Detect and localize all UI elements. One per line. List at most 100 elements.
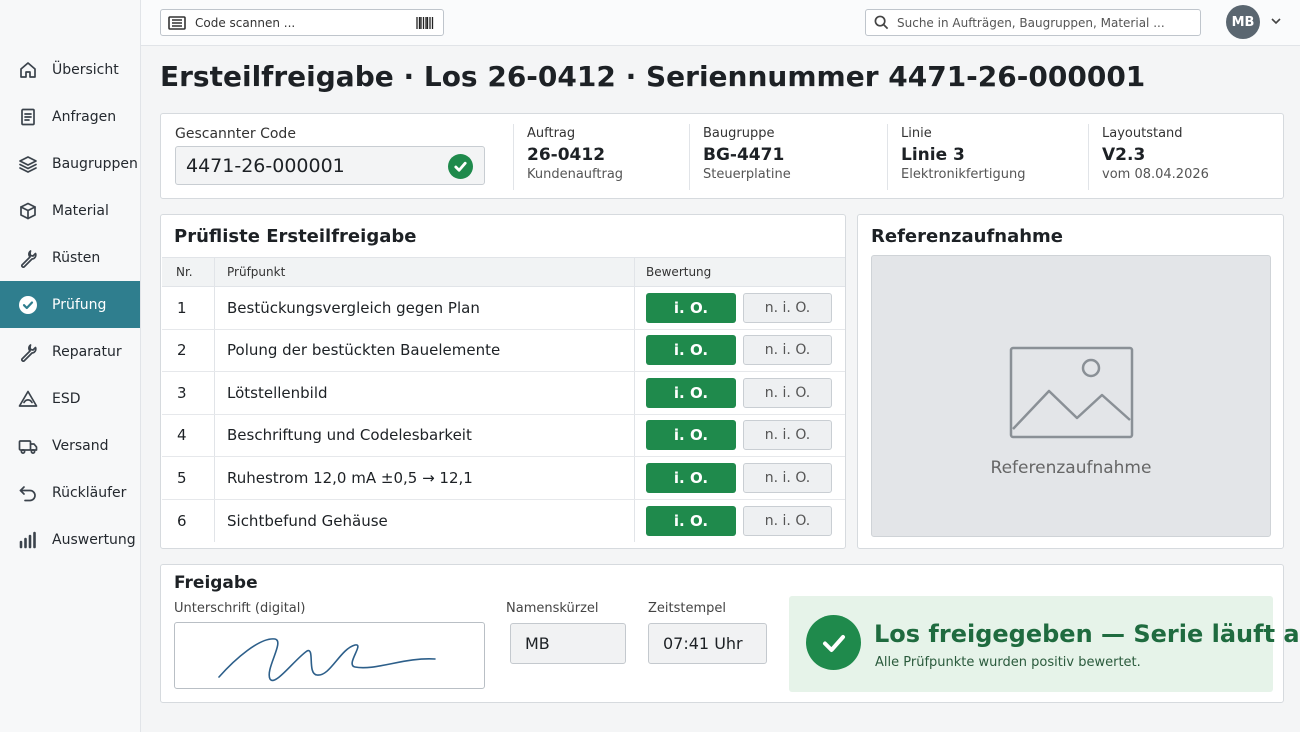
barcode-icon[interactable] bbox=[415, 15, 435, 31]
info-key: Baugruppe bbox=[703, 126, 775, 141]
sidebar-item-material[interactable]: Material bbox=[0, 187, 140, 234]
table-row: 4 Beschriftung und Codelesbarkeit i. O. … bbox=[162, 414, 845, 457]
reference-image-placeholder[interactable]: Referenzaufnahme bbox=[871, 255, 1271, 537]
signature-pad[interactable] bbox=[174, 622, 485, 689]
search-input[interactable] bbox=[897, 15, 1187, 30]
table-row: 6 Sichtbefund Gehäuse i. O. n. i. O. bbox=[162, 499, 845, 542]
rating-nok-button[interactable]: n. i. O. bbox=[743, 462, 832, 493]
initials-label: Namenskürzel bbox=[506, 601, 599, 616]
release-status-title: Los freigegeben — Serie läuft an bbox=[874, 620, 1300, 648]
sidebar-item-uebersicht[interactable]: Übersicht bbox=[0, 46, 140, 93]
timestamp-field[interactable]: 07:41 Uhr bbox=[648, 623, 767, 664]
sidebar-nav: Übersicht Anfragen Baugruppen Material R… bbox=[0, 46, 140, 563]
info-baugruppe: Baugruppe BG-4471 Steuerplatine bbox=[689, 124, 887, 190]
info-sub: vom 08.04.2026 bbox=[1102, 167, 1209, 182]
sidebar-item-baugruppen[interactable]: Baugruppen bbox=[0, 140, 140, 187]
sidebar-item-pruefung[interactable]: Prüfung bbox=[0, 281, 140, 328]
sidebar-item-ruesten[interactable]: Rüsten bbox=[0, 234, 140, 281]
reference-caption: Referenzaufnahme bbox=[990, 458, 1152, 478]
sidebar-item-label: Prüfung bbox=[52, 296, 107, 313]
info-auftrag: Auftrag 26-0412 Kundenauftrag bbox=[513, 124, 689, 190]
signature-stroke bbox=[218, 638, 436, 682]
table-row: 1 Bestückungsvergleich gegen Plan i. O. … bbox=[162, 287, 845, 330]
header-bewertung: Bewertung bbox=[646, 265, 712, 279]
rating-nok-button[interactable]: n. i. O. bbox=[743, 505, 832, 536]
info-layoutstand: Layoutstand V2.3 vom 08.04.2026 bbox=[1088, 124, 1278, 190]
info-linie: Linie Linie 3 Elektronikfertigung bbox=[887, 124, 1088, 190]
sidebar-item-versand[interactable]: Versand bbox=[0, 422, 140, 469]
info-value: BG-4471 bbox=[703, 145, 785, 165]
rating-cell: i. O. n. i. O. bbox=[635, 287, 845, 329]
sidebar-item-auswertung[interactable]: Auswertung bbox=[0, 516, 140, 563]
sidebar-item-label: ESD bbox=[52, 390, 81, 407]
scan-code-field[interactable]: Code scannen ... bbox=[160, 9, 444, 36]
info-sub: Kundenauftrag bbox=[527, 167, 624, 182]
row-item: Sichtbefund Gehäuse bbox=[215, 499, 635, 542]
home-icon bbox=[18, 60, 38, 80]
sidebar-item-label: Reparatur bbox=[52, 343, 122, 360]
rating-nok-button[interactable]: n. i. O. bbox=[743, 292, 832, 323]
rating-ok-button[interactable]: i. O. bbox=[646, 377, 736, 408]
info-key: Auftrag bbox=[527, 126, 576, 141]
row-item: Ruhestrom 12,0 mA ±0,5 → 12,1 bbox=[215, 457, 635, 499]
rating-ok-button[interactable]: i. O. bbox=[646, 505, 736, 536]
checklist-title: Prüfliste Ersteilfreigabe bbox=[174, 226, 417, 247]
release-card: Freigabe Unterschrift (digital) Namenskü… bbox=[160, 564, 1300, 703]
sidebar-item-ruecklaeufer[interactable]: Rückläufer bbox=[0, 469, 140, 516]
checklist-card: Prüfliste Ersteilfreigabe Nr. Prüfpunkt … bbox=[160, 214, 846, 549]
info-value: 26-0412 bbox=[527, 145, 606, 165]
sidebar-item-label: Anfragen bbox=[52, 108, 117, 125]
initials-field[interactable]: MB bbox=[510, 623, 626, 664]
truck-icon bbox=[18, 436, 38, 456]
rating-cell: i. O. n. i. O. bbox=[635, 415, 845, 457]
info-key: Linie bbox=[901, 126, 932, 141]
row-item: Lötstellenbild bbox=[215, 372, 635, 414]
info-sub: Elektronikfertigung bbox=[901, 167, 1026, 182]
user-avatar[interactable]: MB bbox=[1226, 5, 1260, 39]
layers-icon bbox=[18, 154, 38, 174]
global-search[interactable] bbox=[865, 9, 1201, 36]
rating-nok-button[interactable]: n. i. O. bbox=[743, 420, 832, 451]
sidebar-item-esd[interactable]: ESD bbox=[0, 375, 140, 422]
row-nr: 5 bbox=[162, 457, 215, 499]
sidebar-item-label: Versand bbox=[52, 437, 109, 454]
scan-code-label: Code scannen ... bbox=[195, 15, 296, 30]
table-row: 5 Ruhestrom 12,0 mA ±0,5 → 12,1 i. O. n.… bbox=[162, 457, 845, 500]
rating-nok-button[interactable]: n. i. O. bbox=[743, 377, 832, 408]
check-circle-icon bbox=[806, 615, 861, 670]
sidebar-item-reparatur[interactable]: Reparatur bbox=[0, 328, 140, 375]
info-value: V2.3 bbox=[1102, 145, 1146, 165]
bar-chart-icon bbox=[18, 530, 38, 550]
rating-cell: i. O. n. i. O. bbox=[635, 330, 845, 372]
sidebar-item-label: Rüsten bbox=[52, 249, 101, 266]
document-icon bbox=[18, 107, 38, 127]
row-item: Bestückungsvergleich gegen Plan bbox=[215, 287, 635, 329]
rating-cell: i. O. n. i. O. bbox=[635, 457, 845, 499]
check-icon bbox=[448, 154, 473, 179]
table-row: 3 Lötstellenbild i. O. n. i. O. bbox=[162, 372, 845, 415]
header-pruefpunkt: Prüfpunkt bbox=[215, 258, 635, 286]
rating-ok-button[interactable]: i. O. bbox=[646, 292, 736, 323]
scanned-code-field[interactable]: 4471-26-000001 bbox=[175, 146, 485, 185]
page-title: Ersteilfreigabe · Los 26-0412 · Seriennu… bbox=[160, 60, 1146, 93]
row-nr: 2 bbox=[162, 329, 215, 371]
sidebar-item-label: Auswertung bbox=[52, 531, 136, 548]
rating-ok-button[interactable]: i. O. bbox=[646, 335, 736, 366]
rating-nok-button[interactable]: n. i. O. bbox=[743, 335, 832, 366]
info-value: Linie 3 bbox=[901, 145, 965, 165]
release-status-subtitle: Alle Prüfpunkte wurden positiv bewertet. bbox=[875, 655, 1141, 670]
rating-ok-button[interactable]: i. O. bbox=[646, 462, 736, 493]
sidebar-item-anfragen[interactable]: Anfragen bbox=[0, 93, 140, 140]
rating-cell: i. O. n. i. O. bbox=[635, 372, 845, 414]
chevron-down-icon[interactable] bbox=[1270, 15, 1282, 27]
info-card: Gescannter Code 4471-26-000001 Auftrag 2… bbox=[160, 113, 1284, 199]
image-placeholder-icon bbox=[1009, 346, 1134, 439]
signature-label: Unterschrift (digital) bbox=[174, 601, 306, 616]
rating-ok-button[interactable]: i. O. bbox=[646, 420, 736, 451]
row-nr: 6 bbox=[162, 499, 215, 542]
reference-title: Referenzaufnahme bbox=[871, 226, 1064, 247]
sidebar-item-label: Rückläufer bbox=[52, 484, 127, 501]
sidebar-item-label: Material bbox=[52, 202, 109, 219]
topbar: Code scannen ... MB bbox=[141, 0, 1300, 46]
esd-warning-icon bbox=[18, 389, 38, 409]
